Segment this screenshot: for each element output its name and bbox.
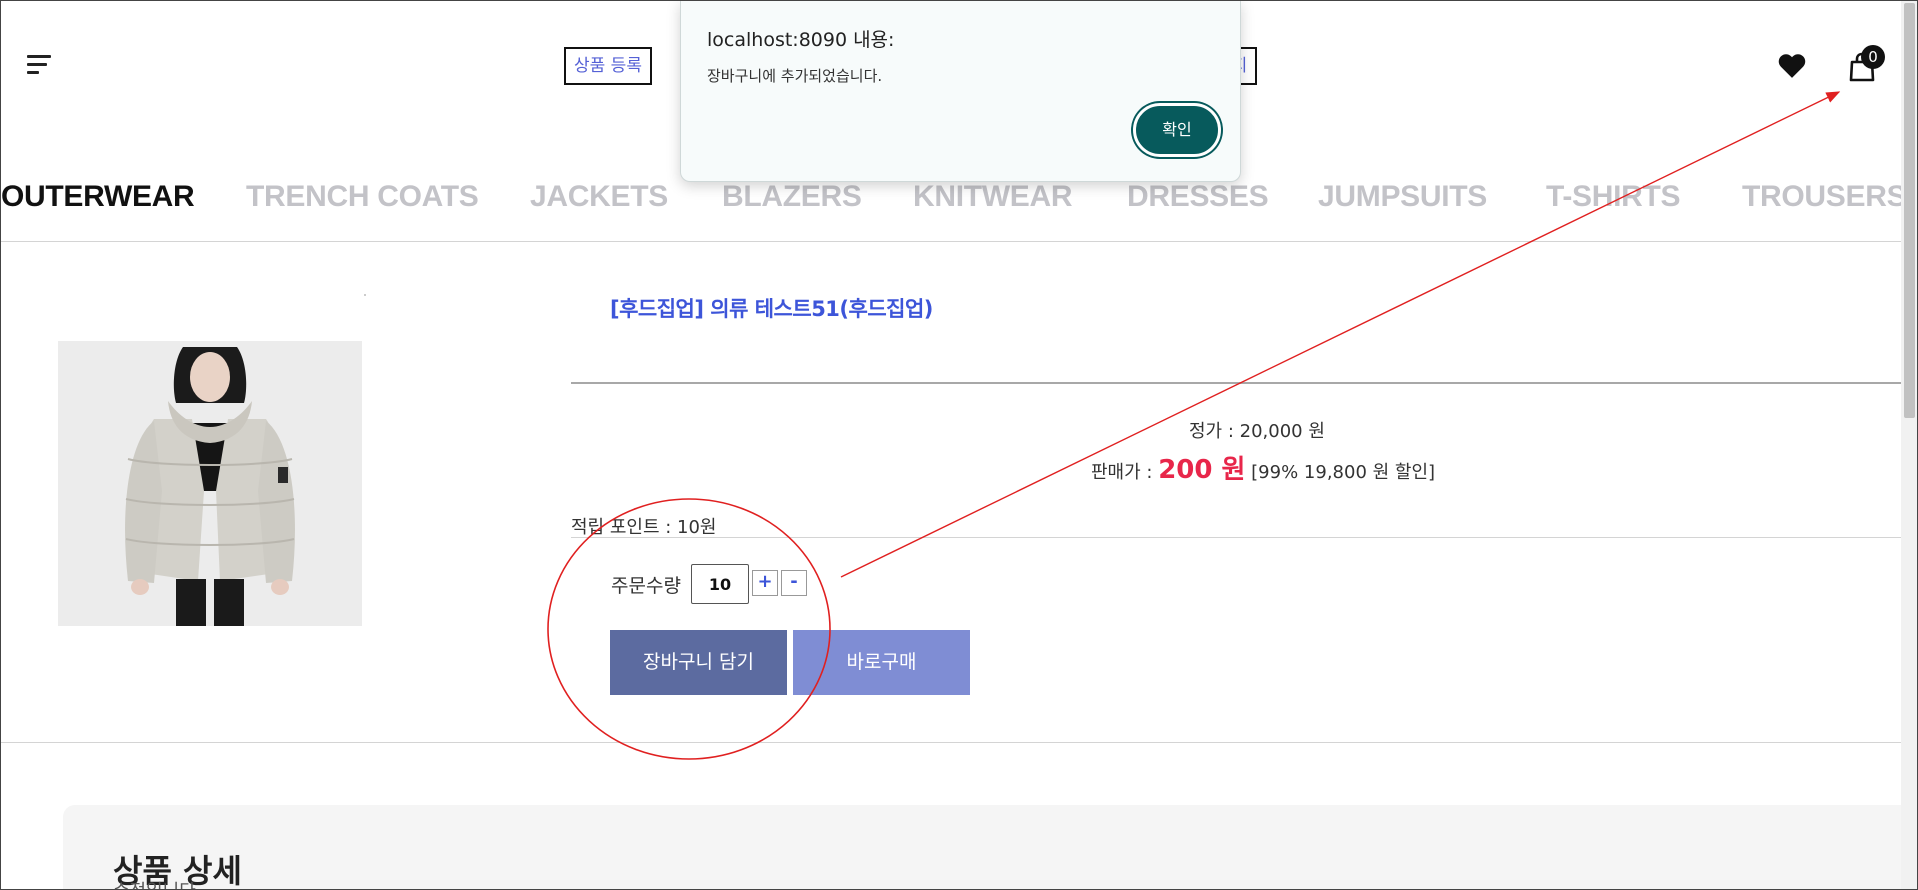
sale-price-label: 판매가 : bbox=[1091, 462, 1159, 483]
category-jackets[interactable]: JACKETS bbox=[530, 173, 668, 221]
list-price-value: 20,000 원 bbox=[1239, 421, 1325, 442]
product-photo-illustration bbox=[58, 341, 362, 626]
category-trench-coats[interactable]: TRENCH COATS bbox=[246, 173, 479, 221]
points-divider bbox=[571, 537, 1901, 538]
heart-icon[interactable] bbox=[1777, 53, 1807, 79]
category-t-shirts[interactable]: T-SHIRTS bbox=[1546, 173, 1681, 221]
list-price-label: 정가 : bbox=[1189, 421, 1240, 442]
product-title: [후드집업] 의류 테스트51(후드집업) bbox=[610, 297, 933, 321]
cart-count-badge: 0 bbox=[1861, 45, 1885, 69]
discount-text: [99% 19,800 원 할인] bbox=[1245, 462, 1436, 483]
section-divider bbox=[1, 742, 1901, 743]
quantity-input[interactable] bbox=[691, 564, 749, 604]
category-outerwear[interactable]: OUTERWEAR bbox=[1, 173, 195, 221]
alert-dialog: localhost:8090 내용: 장바구니에 추가되었습니다. 확인 bbox=[680, 1, 1241, 182]
product-detail-section bbox=[63, 805, 1901, 889]
hamburger-menu-icon[interactable] bbox=[27, 53, 53, 77]
sale-price-value: 200 원 bbox=[1158, 455, 1246, 485]
alert-message: 장바구니에 추가되었습니다. bbox=[707, 67, 883, 85]
product-image bbox=[58, 341, 362, 626]
category-jumpsuits[interactable]: JUMPSUITS bbox=[1318, 173, 1487, 221]
quantity-plus-button[interactable]: + bbox=[752, 570, 778, 596]
product-detail-text: 수정입니다 bbox=[113, 877, 196, 889]
quantity-label: 주문수량 bbox=[611, 575, 681, 597]
reward-points: 적립 포인트 : 10원 bbox=[571, 517, 717, 538]
alert-ok-button[interactable]: 확인 bbox=[1133, 103, 1221, 157]
category-trousers[interactable]: TROUSERS bbox=[1742, 173, 1907, 221]
quantity-minus-button[interactable]: - bbox=[781, 570, 807, 596]
browser-viewport: 상품 등록 이지 0 OUTERWEAR TRENCH COATS JACKET… bbox=[0, 0, 1918, 890]
scrollbar-thumb[interactable] bbox=[1904, 3, 1915, 418]
list-price: 정가 : 20,000 원 bbox=[1189, 417, 1325, 443]
sale-price: 판매가 : 200 원 [99% 19,800 원 할인] bbox=[1091, 449, 1435, 486]
product-register-link[interactable]: 상품 등록 bbox=[564, 47, 652, 85]
buy-now-button[interactable]: 바로구매 bbox=[793, 630, 970, 695]
decorative-dot bbox=[364, 294, 366, 296]
add-to-cart-button[interactable]: 장바구니 담기 bbox=[610, 630, 787, 695]
title-divider bbox=[571, 382, 1901, 384]
alert-title: localhost:8090 내용: bbox=[707, 29, 895, 51]
nav-divider bbox=[1, 241, 1901, 242]
